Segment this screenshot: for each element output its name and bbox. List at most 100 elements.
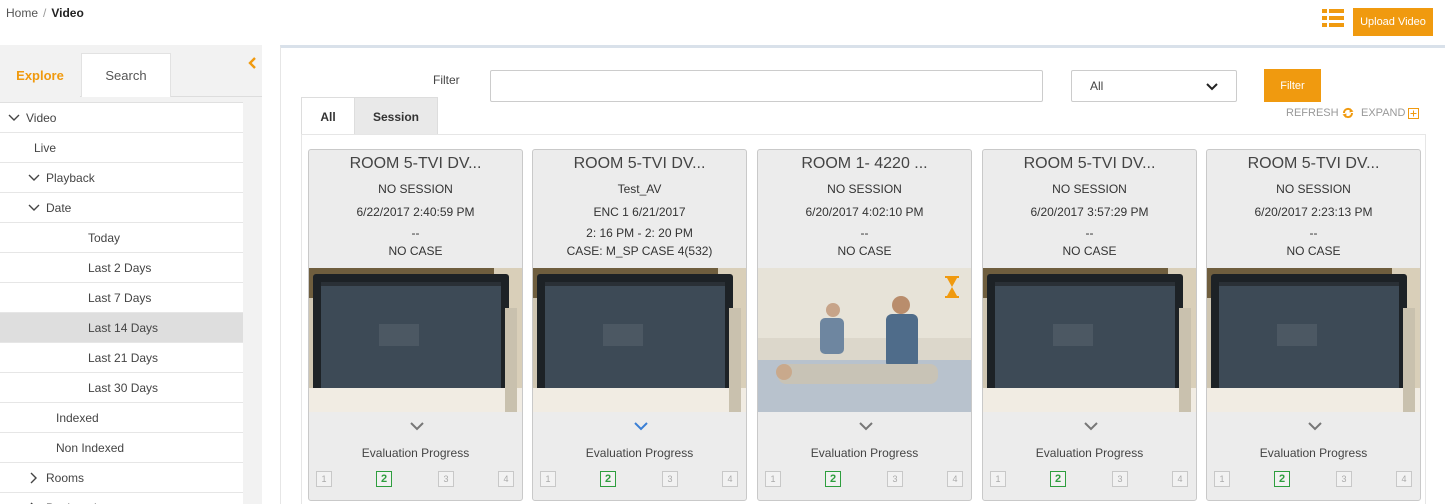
tab-all[interactable]: All: [301, 97, 355, 135]
tree-item-playback[interactable]: Playback: [0, 163, 243, 193]
chevron-right-icon[interactable]: [28, 472, 40, 484]
expand-label: EXPAND: [1361, 107, 1406, 119]
tree-item-rooms[interactable]: Rooms: [0, 463, 243, 493]
evaluation-progress-label: Evaluation Progress: [810, 446, 919, 460]
card-date: 6/22/2017 2:40:59 PM: [356, 205, 475, 219]
tree-item-label: Last 7 Days: [88, 290, 152, 305]
tree-item-last-21-days[interactable]: Last 21 Days: [0, 343, 243, 373]
card-title[interactable]: ROOM 5-TVI DV...: [309, 155, 522, 173]
collapse-sidebar-icon[interactable]: [245, 55, 259, 71]
breadcrumb-separator: /: [43, 6, 47, 20]
breadcrumb: Home / Video: [6, 6, 84, 20]
card-case: NO CASE: [1062, 244, 1117, 258]
evaluation-step[interactable]: 3: [1336, 471, 1352, 487]
chevron-down-icon[interactable]: [1084, 422, 1098, 431]
evaluation-steps: 1 2 3 4: [983, 471, 1196, 489]
chevron-down-icon[interactable]: [8, 112, 20, 124]
card-session: NO SESSION: [1276, 182, 1351, 196]
breadcrumb-home-link[interactable]: Home: [6, 6, 38, 20]
evaluation-progress-label: Evaluation Progress: [1259, 446, 1368, 460]
breadcrumb-current: Video: [51, 6, 84, 20]
evaluation-steps: 1 2 3 4: [533, 471, 746, 489]
evaluation-step[interactable]: 4: [722, 471, 738, 487]
evaluation-step[interactable]: 4: [498, 471, 514, 487]
tree-item-bookmarks[interactable]: Bookmarks: [0, 493, 243, 504]
tree-item-last-2-days[interactable]: Last 2 Days: [0, 253, 243, 283]
evaluation-step[interactable]: 1: [540, 471, 556, 487]
video-card[interactable]: ROOM 1- 4220 ... NO SESSION 6/20/2017 4:…: [757, 149, 972, 501]
card-title[interactable]: ROOM 5-TVI DV...: [1207, 155, 1420, 173]
tab-session[interactable]: Session: [355, 97, 438, 135]
evaluation-step[interactable]: 1: [1214, 471, 1230, 487]
expand-link[interactable]: EXPAND: [1361, 107, 1420, 119]
tree-item-today[interactable]: Today: [0, 223, 243, 253]
video-card[interactable]: ROOM 5-TVI DV... NO SESSION 6/22/2017 2:…: [308, 149, 523, 501]
card-session: NO SESSION: [827, 182, 902, 196]
chevron-down-icon[interactable]: [410, 422, 424, 431]
card-date: ENC 1 6/21/2017: [593, 205, 686, 219]
evaluation-step-active[interactable]: 2: [1274, 471, 1290, 487]
evaluation-step[interactable]: 3: [887, 471, 903, 487]
card-title[interactable]: ROOM 5-TVI DV...: [533, 155, 746, 173]
evaluation-step[interactable]: 4: [1172, 471, 1188, 487]
hourglass-icon: [945, 276, 959, 298]
evaluation-step[interactable]: 3: [438, 471, 454, 487]
chevron-down-icon[interactable]: [28, 172, 40, 184]
evaluation-progress-label: Evaluation Progress: [361, 446, 470, 460]
evaluation-progress-label: Evaluation Progress: [1035, 446, 1144, 460]
tree-item-label: Today: [88, 230, 121, 245]
evaluation-step-active[interactable]: 2: [825, 471, 841, 487]
card-case: NO CASE: [388, 244, 443, 258]
video-thumbnail[interactable]: [1207, 268, 1420, 412]
tree-item-indexed[interactable]: Indexed: [0, 403, 243, 433]
tree-item-last-7-days[interactable]: Last 7 Days: [0, 283, 243, 313]
card-extra: --: [411, 226, 420, 240]
tab-search[interactable]: Search: [81, 53, 171, 97]
tree-item-non-indexed[interactable]: Non Indexed: [0, 433, 243, 463]
video-card[interactable]: ROOM 5-TVI DV... Test_AV ENC 1 6/21/2017…: [532, 149, 747, 501]
tab-explore[interactable]: Explore: [0, 53, 80, 97]
video-thumbnail[interactable]: [533, 268, 746, 412]
tree-item-label: Last 14 Days: [88, 320, 159, 335]
evaluation-steps: 1 2 3 4: [1207, 471, 1420, 489]
evaluation-step[interactable]: 1: [990, 471, 1006, 487]
tree-item-last-14-days[interactable]: Last 14 Days: [0, 313, 243, 343]
video-thumbnail[interactable]: [758, 268, 971, 412]
tree-item-label: Video: [26, 110, 57, 125]
video-thumbnail[interactable]: [983, 268, 1196, 412]
tree-item-label: Non Indexed: [56, 440, 125, 455]
evaluation-step-active[interactable]: 2: [600, 471, 616, 487]
card-extra: 2: 16 PM - 2: 20 PM: [586, 226, 693, 240]
tree-item-date[interactable]: Date: [0, 193, 243, 223]
card-title[interactable]: ROOM 1- 4220 ...: [758, 155, 971, 173]
tree-item-last-30-days[interactable]: Last 30 Days: [0, 373, 243, 403]
tree-item-label: Rooms: [46, 470, 85, 485]
tree-item-live[interactable]: Live: [0, 133, 243, 163]
evaluation-step[interactable]: 3: [1112, 471, 1128, 487]
evaluation-step-active[interactable]: 2: [1050, 471, 1066, 487]
chevron-down-icon[interactable]: [634, 422, 648, 431]
evaluation-step[interactable]: 4: [1396, 471, 1412, 487]
chevron-down-icon: [1206, 83, 1218, 91]
evaluation-step[interactable]: 1: [316, 471, 332, 487]
filter-input[interactable]: [490, 70, 1043, 102]
evaluation-step[interactable]: 4: [947, 471, 963, 487]
video-thumbnail[interactable]: [309, 268, 522, 412]
evaluation-step[interactable]: 3: [662, 471, 678, 487]
evaluation-step-active[interactable]: 2: [376, 471, 392, 487]
refresh-link[interactable]: REFRESH: [1286, 107, 1354, 119]
upload-video-button[interactable]: Upload Video: [1353, 8, 1433, 36]
list-view-icon[interactable]: [1322, 9, 1344, 27]
tree-item-video[interactable]: Video: [0, 103, 243, 133]
video-card[interactable]: ROOM 5-TVI DV... NO SESSION 6/20/2017 2:…: [1206, 149, 1421, 501]
sidebar-gutter: [243, 102, 262, 504]
evaluation-step[interactable]: 1: [765, 471, 781, 487]
chevron-down-icon[interactable]: [28, 202, 40, 214]
chevron-down-icon[interactable]: [859, 422, 873, 431]
chevron-down-icon[interactable]: [1308, 422, 1322, 431]
filter-type-select[interactable]: All: [1071, 70, 1237, 102]
video-card[interactable]: ROOM 5-TVI DV... NO SESSION 6/20/2017 3:…: [982, 149, 1197, 501]
card-extra: --: [860, 226, 869, 240]
filter-button[interactable]: Filter: [1264, 69, 1321, 102]
card-title[interactable]: ROOM 5-TVI DV...: [983, 155, 1196, 173]
